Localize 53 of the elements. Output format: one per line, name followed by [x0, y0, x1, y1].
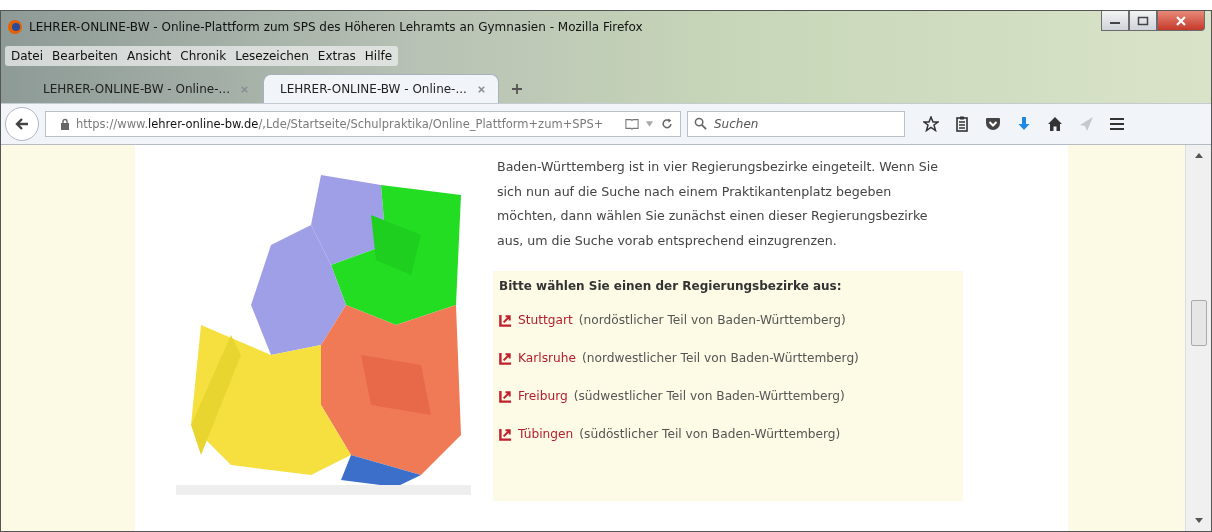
reload-icon[interactable]: [660, 118, 674, 130]
close-button[interactable]: [1157, 11, 1205, 31]
external-link-icon: [499, 313, 512, 327]
search-icon: [694, 117, 707, 130]
menu-item[interactable]: Chronik: [180, 49, 227, 63]
scroll-down-icon[interactable]: [1194, 518, 1203, 523]
external-link-icon: [499, 427, 512, 441]
region-description: (südwestlicher Teil von Baden-Württemberg): [573, 389, 845, 403]
menu-item[interactable]: Bearbeiten: [52, 49, 118, 63]
close-icon[interactable]: [476, 84, 486, 94]
external-link-icon: [499, 389, 512, 403]
menu-item[interactable]: Extras: [317, 49, 356, 63]
menu-item[interactable]: Datei: [11, 49, 43, 63]
maximize-icon: [1137, 15, 1149, 26]
region-link[interactable]: Karlsruhe: [518, 351, 576, 365]
panel-heading: Bitte wählen Sie einen der Regierungsbezirke aus:: [499, 279, 843, 293]
download-icon[interactable]: [1016, 116, 1032, 132]
tab-title: LEHRER-ONLINE-BW - Online-...: [279, 82, 467, 96]
firefox-logo-icon: [7, 19, 23, 35]
scroll-thumb[interactable]: [1190, 300, 1207, 346]
menu-icon[interactable]: [1109, 116, 1125, 132]
intro-paragraph: Baden-Württemberg ist in vier Regierungsbezirke eingeteilt. Wenn Sie sich nun auf die Suche nach einem Praktikantenplatz begeben möchten, dann wählen Sie zunächst einen dieser Regierungsbezirke aus, um die Suche vorab entsprechend einzugrenzen.: [497, 158, 939, 250]
home-icon[interactable]: [1047, 116, 1063, 132]
menu-item[interactable]: Lesezeichen: [235, 49, 309, 63]
pocket-icon[interactable]: [985, 116, 1001, 132]
region-description: (nordöstlicher Teil von Baden-Württemberg): [578, 313, 846, 327]
menu-item[interactable]: Ansicht: [126, 49, 172, 63]
clipboard-icon[interactable]: [954, 116, 970, 132]
tab-title: LEHRER-ONLINE-BW - Online-...: [43, 82, 230, 96]
menu-item[interactable]: Hilfe: [364, 49, 393, 63]
maximize-button[interactable]: [1129, 11, 1157, 31]
back-button[interactable]: [5, 107, 39, 141]
region-description: (nordwestlicher Teil von Baden-Württemberg): [581, 351, 859, 365]
star-icon[interactable]: [923, 116, 939, 132]
browser-tab[interactable]: LEHRER-ONLINE-BW - Online-...: [27, 75, 261, 103]
scroll-up-icon[interactable]: [1194, 153, 1203, 158]
region-link[interactable]: Stuttgart: [518, 313, 573, 327]
reader-view-icon[interactable]: [625, 118, 639, 130]
region-description: (südöstlicher Teil von Baden-Württemberg): [579, 427, 841, 441]
minimize-button[interactable]: [1101, 11, 1129, 31]
region-link[interactable]: Tübingen: [518, 427, 574, 441]
new-tab-icon[interactable]: [510, 83, 523, 95]
scrollbar[interactable]: [1185, 145, 1211, 531]
lock-icon: [60, 118, 70, 130]
url-text: https://www.lehrer-online-bw.de/,Lde/Startseite/Schulpraktika/Online_Plattform+zum+SPS+: [76, 117, 605, 131]
window-title: LEHRER-ONLINE-BW - Online-Plattform zum SPS des Höheren Lehramts an Gymnasien - Mozilla Firefox: [29, 20, 643, 34]
external-link-icon: [499, 351, 512, 365]
back-arrow-icon: [14, 116, 30, 132]
browser-tab[interactable]: LEHRER-ONLINE-BW - Online-...: [262, 74, 499, 103]
region-link[interactable]: Freiburg: [518, 389, 568, 403]
close-icon: [1175, 15, 1187, 26]
search-field[interactable]: Suchen: [687, 111, 905, 137]
address-field[interactable]: https://www.lehrer-online-bw.de/,Lde/Startseite/Schulpraktika/Online_Plattform+zum+SPS+: [45, 111, 681, 137]
